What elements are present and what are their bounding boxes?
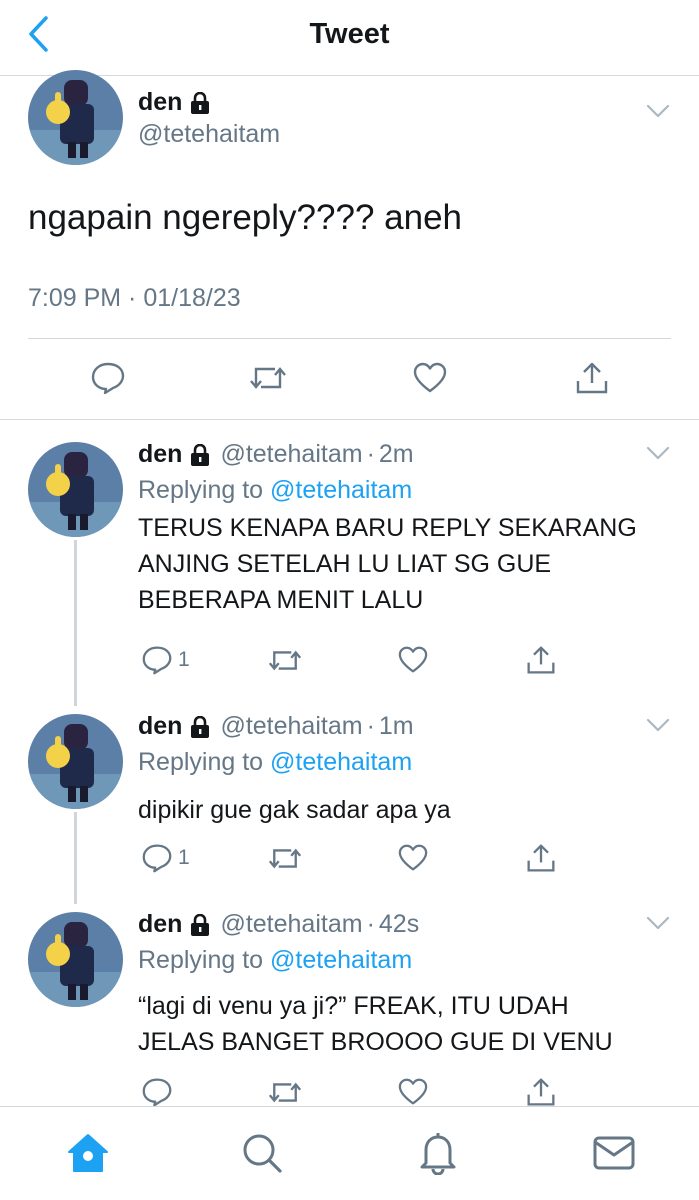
like-button[interactable] xyxy=(398,838,428,878)
reply-button[interactable] xyxy=(88,358,128,398)
reply-header: den @tetehaitam · 2m xyxy=(138,440,414,469)
lock-icon xyxy=(190,91,210,114)
mention-link[interactable]: @tetehaitam xyxy=(270,476,412,504)
tab-home[interactable] xyxy=(66,1131,110,1175)
share-button[interactable] xyxy=(526,640,556,680)
chevron-down-icon[interactable] xyxy=(646,718,670,732)
bottom-tab-bar xyxy=(0,1106,699,1200)
speech-bubble-icon xyxy=(91,361,125,395)
chevron-down-icon[interactable] xyxy=(646,916,670,930)
retweet-button[interactable] xyxy=(248,358,288,398)
reply-text: dipikir gue gak sadar apa ya xyxy=(138,796,451,824)
heart-icon xyxy=(398,844,428,872)
mention-link[interactable]: @tetehaitam xyxy=(270,946,412,974)
user-handle[interactable]: @tetehaitam xyxy=(220,440,362,469)
reply-text: TERUS KENAPA BARU REPLY SEKARANG ANJING … xyxy=(138,514,637,614)
reply-count: 1 xyxy=(178,648,190,671)
chevron-down-icon[interactable] xyxy=(646,446,670,460)
share-icon xyxy=(526,843,556,873)
chevron-down-icon[interactable] xyxy=(646,104,670,118)
retweet-icon xyxy=(268,845,302,872)
avatar[interactable] xyxy=(28,912,123,1007)
share-button[interactable] xyxy=(572,358,612,398)
speech-bubble-icon xyxy=(142,645,172,675)
like-button[interactable] xyxy=(398,640,428,680)
speech-bubble-icon xyxy=(142,1077,172,1107)
display-name[interactable]: den xyxy=(138,440,182,469)
replying-to: Replying to @tetehaitam xyxy=(138,748,413,776)
avatar[interactable] xyxy=(28,70,123,165)
lock-icon xyxy=(190,715,210,738)
top-nav-bar: Tweet xyxy=(0,0,699,76)
reply-button[interactable]: 1 xyxy=(142,838,190,878)
tab-messages[interactable] xyxy=(592,1131,636,1175)
speech-bubble-icon xyxy=(142,843,172,873)
reply-time: 1m xyxy=(378,712,414,740)
separator-dot: · xyxy=(366,910,375,938)
thread-line xyxy=(74,812,77,904)
bell-icon xyxy=(418,1131,458,1175)
reply-button[interactable]: 1 xyxy=(142,640,190,680)
user-handle[interactable]: @tetehaitam xyxy=(220,910,362,939)
separator-dot: · xyxy=(366,712,375,740)
reply-actions: 1 xyxy=(138,838,678,878)
heart-icon xyxy=(413,362,447,394)
avatar[interactable] xyxy=(28,714,123,809)
share-icon xyxy=(575,361,609,395)
retweet-icon xyxy=(249,363,287,393)
heart-icon xyxy=(398,646,428,674)
tab-search[interactable] xyxy=(240,1131,284,1175)
tweet-timestamp: 7:09 PM · 01/18/23 xyxy=(28,284,241,312)
reply-header: den @tetehaitam · 42s xyxy=(138,910,419,939)
envelope-icon xyxy=(593,1136,635,1170)
separator-dot: · xyxy=(366,440,375,468)
lock-icon xyxy=(190,913,210,936)
search-icon xyxy=(241,1132,283,1174)
page-title: Tweet xyxy=(309,18,390,50)
like-button[interactable] xyxy=(410,358,450,398)
tweet-text: ngapain ngereply???? aneh xyxy=(28,198,462,237)
reply-time: 42s xyxy=(378,910,420,938)
share-button[interactable] xyxy=(526,838,556,878)
replying-to: Replying to @tetehaitam xyxy=(138,946,413,974)
display-name[interactable]: den xyxy=(138,712,182,741)
tweet-actions xyxy=(0,358,699,398)
user-handle[interactable]: @tetehaitam xyxy=(138,120,280,149)
retweet-button[interactable] xyxy=(268,640,302,680)
divider xyxy=(28,338,671,339)
thread-line xyxy=(74,540,77,706)
reply-count: 1 xyxy=(178,846,190,869)
user-handle[interactable]: @tetehaitam xyxy=(220,712,362,741)
heart-icon xyxy=(398,1078,428,1106)
retweet-icon xyxy=(268,647,302,674)
display-name[interactable]: den xyxy=(138,88,210,117)
avatar[interactable] xyxy=(28,442,123,537)
retweet-icon xyxy=(268,1079,302,1106)
retweet-button[interactable] xyxy=(268,838,302,878)
main-tweet: den @tetehaitam ngapain ngereply???? ane… xyxy=(0,70,699,420)
reply-time: 2m xyxy=(378,440,414,468)
home-icon xyxy=(66,1132,110,1174)
mention-link[interactable]: @tetehaitam xyxy=(270,748,412,776)
display-name[interactable]: den xyxy=(138,910,182,939)
reply-header: den @tetehaitam · 1m xyxy=(138,712,414,741)
lock-icon xyxy=(190,443,210,466)
reply-actions: 1 xyxy=(138,640,678,680)
reply-text: “lagi di venu ya ji?” FREAK, ITU UDAH JE… xyxy=(138,992,613,1056)
share-icon xyxy=(526,1077,556,1107)
share-icon xyxy=(526,645,556,675)
tab-notifications[interactable] xyxy=(416,1131,460,1175)
replying-to: Replying to @tetehaitam xyxy=(138,476,413,504)
